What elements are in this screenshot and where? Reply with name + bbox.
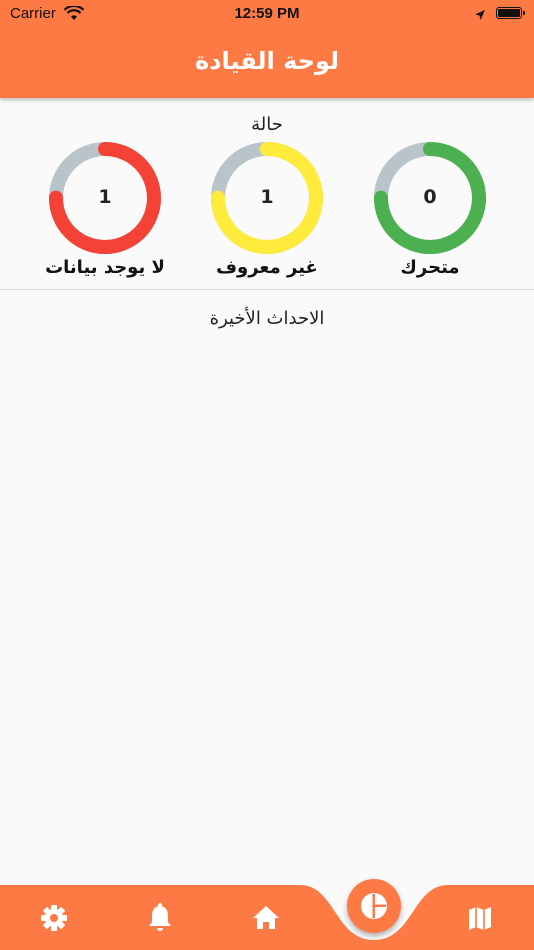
gauge-unknown[interactable]: 1 غير معروف	[197, 140, 337, 290]
gauge-moving[interactable]: 0 متحرك	[360, 140, 500, 290]
gauge-value: 1	[98, 186, 112, 208]
nav-notifications[interactable]	[140, 898, 180, 938]
app-bar: لوحة القيادة	[0, 28, 534, 98]
gauge-label: لا يوجد بيانات	[45, 257, 165, 278]
location-arrow-icon	[474, 7, 486, 25]
nav-map[interactable]	[460, 898, 500, 938]
dashboard-icon	[361, 893, 387, 919]
battery-icon	[496, 7, 525, 19]
nav-settings[interactable]	[34, 898, 74, 938]
gear-icon	[41, 905, 67, 931]
gauge-label: متحرك	[400, 257, 460, 278]
bell-icon	[149, 903, 171, 931]
clock: 12:59 PM	[234, 5, 300, 22]
status-section-title: حالة	[251, 114, 283, 135]
gauge-label: غير معروف	[216, 257, 318, 278]
divider	[0, 289, 534, 290]
nav-dashboard-button[interactable]	[347, 879, 401, 933]
map-icon	[469, 907, 491, 930]
events-list	[0, 340, 534, 860]
recent-events-title: الاحداث الأخيرة	[209, 308, 325, 329]
nav-home[interactable]	[246, 898, 286, 938]
gauge-value: 1	[260, 186, 274, 208]
gauge-no-data[interactable]: 1 لا يوجد بيانات	[35, 140, 175, 290]
home-icon	[253, 906, 279, 929]
page-title: لوحة القيادة	[194, 47, 340, 75]
gauge-value: 0	[423, 186, 437, 208]
status-bar: Carrier 12:59 PM	[0, 0, 534, 28]
